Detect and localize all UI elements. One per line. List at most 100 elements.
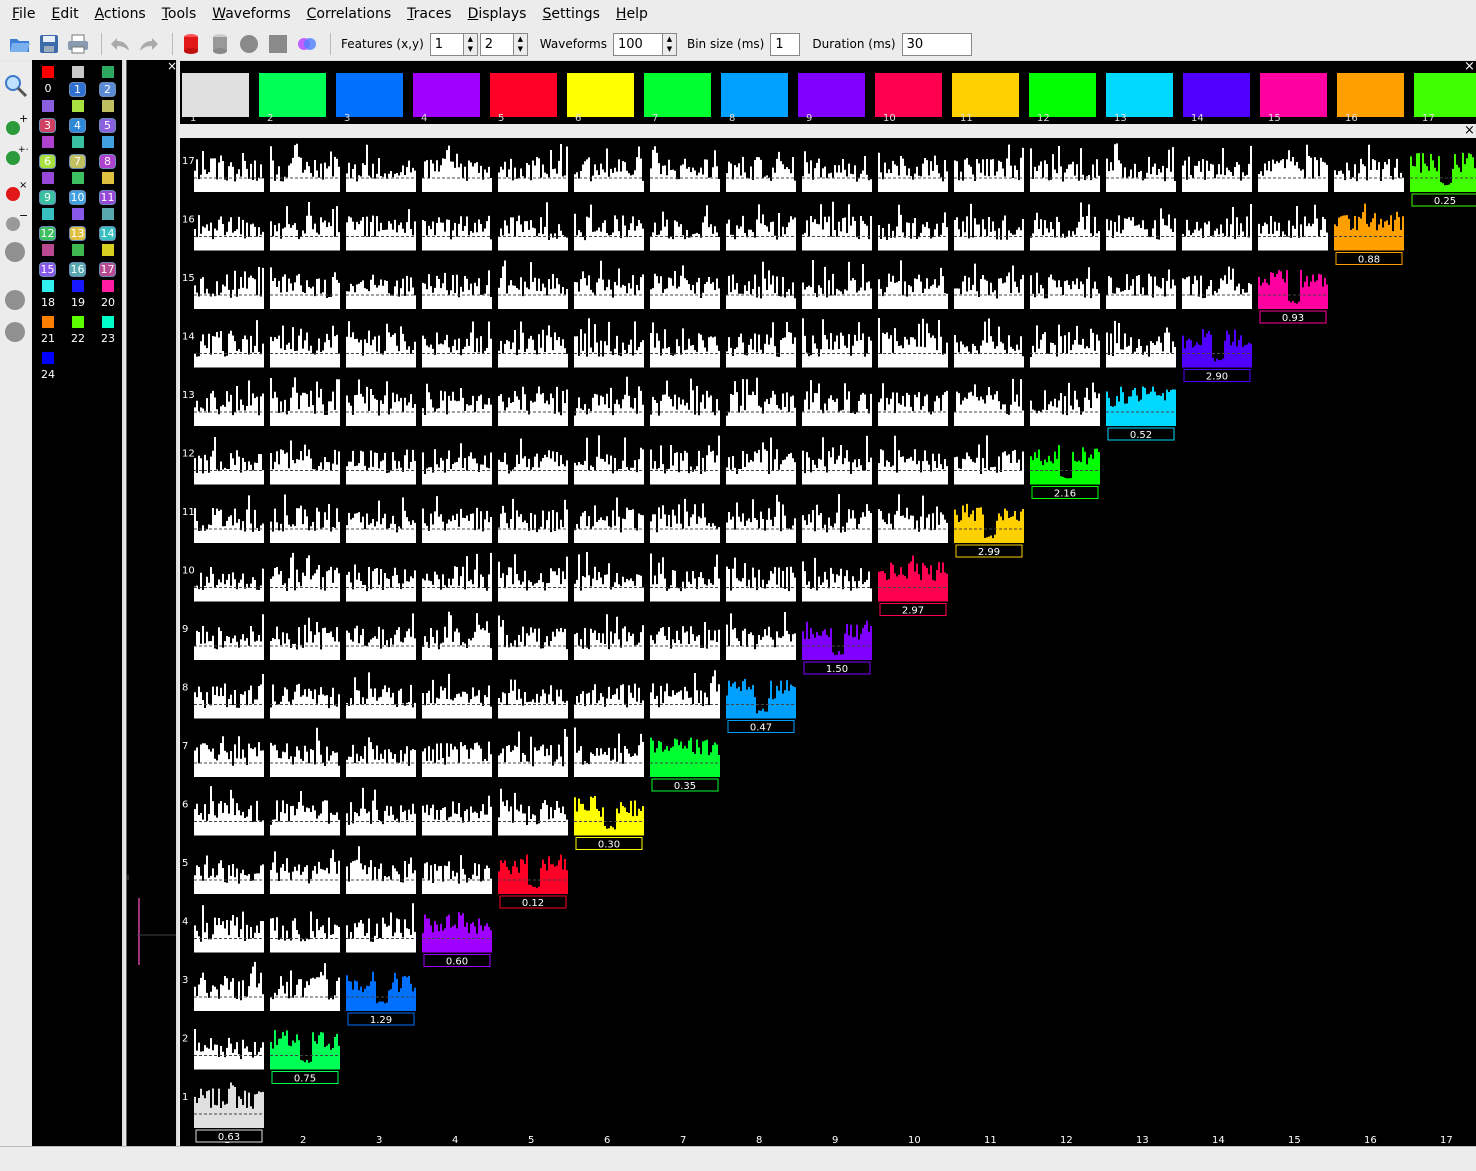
close-icon[interactable]: × [167, 60, 177, 72]
crosscorrelogram[interactable] [346, 497, 416, 543]
feature-x-input[interactable] [429, 32, 464, 56]
crosscorrelogram[interactable] [346, 449, 416, 485]
waveform-swatch[interactable] [567, 73, 634, 117]
crosscorrelogram[interactable] [270, 440, 340, 485]
autocorrelogram[interactable] [1106, 386, 1176, 426]
crosscorrelogram[interactable] [422, 443, 492, 485]
autocorrelogram[interactable] [878, 555, 948, 602]
crosscorrelogram[interactable] [650, 146, 720, 192]
panel-splitter[interactable]: × [180, 124, 1476, 138]
crosscorrelogram[interactable] [726, 557, 796, 602]
crosscorrelogram[interactable] [878, 383, 948, 426]
add-cluster-icon[interactable]: + [4, 112, 28, 138]
crosscorrelogram[interactable] [422, 741, 492, 777]
crosscorrelogram[interactable] [1182, 145, 1252, 192]
palette-swatch[interactable]: 4 [69, 118, 86, 133]
palette-swatch[interactable] [72, 316, 84, 328]
waveform-swatch[interactable] [490, 73, 557, 117]
crosscorrelogram[interactable] [346, 274, 416, 309]
palette-swatch[interactable] [42, 136, 54, 148]
crosscorrelogram[interactable] [878, 435, 948, 485]
crosscorrelogram[interactable] [498, 144, 568, 192]
crosscorrelogram[interactable] [954, 203, 1024, 251]
crosscorrelogram[interactable] [1106, 269, 1176, 309]
feature-y-input[interactable] [479, 32, 514, 56]
palette-swatch[interactable] [102, 316, 114, 328]
waveform-swatch[interactable] [875, 73, 942, 117]
crosscorrelogram[interactable] [422, 215, 492, 251]
crosscorrelogram[interactable] [422, 270, 492, 309]
crosscorrelogram[interactable] [346, 672, 416, 719]
crosscorrelogram[interactable] [1030, 145, 1100, 192]
palette-swatch[interactable] [42, 100, 54, 112]
waveforms-input[interactable] [612, 32, 663, 56]
palette-swatch[interactable] [42, 172, 54, 184]
waveforms-stepper[interactable]: ▲ ▼ [662, 32, 677, 56]
crosscorrelogram[interactable] [650, 670, 720, 719]
palette-swatch[interactable]: 14 [99, 226, 116, 241]
waveform-swatch[interactable] [1414, 73, 1476, 117]
palette-swatch[interactable]: 13 [69, 226, 86, 241]
crosscorrelogram[interactable] [194, 736, 264, 777]
autocorrelogram[interactable] [726, 679, 796, 719]
crosscorrelogram[interactable] [270, 377, 340, 426]
crosscorrelogram[interactable] [498, 438, 568, 485]
crosscorrelogram[interactable] [726, 377, 796, 426]
waveform-swatch[interactable] [721, 73, 788, 117]
autocorrelogram[interactable] [574, 796, 644, 836]
crosscorrelogram[interactable] [650, 205, 720, 251]
crosscorrelogram[interactable] [954, 263, 1024, 309]
redo-icon[interactable] [137, 32, 161, 56]
autocorrelogram[interactable] [270, 1030, 340, 1070]
crosscorrelogram[interactable] [650, 553, 720, 602]
crosscorrelogram[interactable] [346, 144, 416, 192]
gray-circle-icon[interactable] [4, 320, 28, 344]
palette-swatch[interactable] [102, 136, 114, 148]
crosscorrelogram[interactable] [498, 554, 568, 602]
crosscorrelogram[interactable] [1182, 204, 1252, 251]
crosscorrelogram[interactable] [650, 322, 720, 368]
crosscorrelogram[interactable] [194, 905, 264, 953]
crosscorrelogram[interactable] [574, 318, 644, 368]
crosscorrelogram[interactable] [1258, 204, 1328, 251]
palette-swatch[interactable] [102, 208, 114, 220]
crosscorrelogram[interactable] [270, 617, 340, 660]
waveform-swatch[interactable] [1183, 73, 1250, 117]
palette-swatch[interactable] [72, 244, 84, 256]
crosscorrelogram[interactable] [270, 727, 340, 777]
crosscorrelogram[interactable] [270, 201, 340, 251]
crosscorrelogram[interactable] [574, 260, 644, 309]
palette-swatch[interactable]: 2 [99, 82, 116, 97]
crosscorrelogram[interactable] [422, 673, 492, 719]
crosscorrelogram[interactable] [1106, 320, 1176, 368]
crosscorrelogram[interactable] [422, 855, 492, 894]
crosscorrelogram[interactable] [878, 494, 948, 543]
crosscorrelogram[interactable] [650, 265, 720, 309]
crosscorrelogram[interactable] [1030, 324, 1100, 368]
crosscorrelogram[interactable] [1106, 143, 1176, 192]
stop-square-icon[interactable] [266, 32, 290, 56]
menu-traces[interactable]: Traces [399, 6, 459, 22]
palette-swatch[interactable]: 12 [39, 226, 56, 241]
palette-swatch[interactable]: 8 [99, 154, 116, 169]
crosscorrelogram[interactable] [726, 322, 796, 368]
crosscorrelogram[interactable] [194, 673, 264, 719]
crosscorrelogram[interactable] [346, 903, 416, 953]
crosscorrelogram[interactable] [346, 846, 416, 894]
palette-swatch[interactable] [72, 136, 84, 148]
autocorrelogram[interactable] [1410, 152, 1476, 192]
waveform-swatch[interactable] [259, 73, 326, 117]
crosscorrelogram[interactable] [650, 498, 720, 543]
crosscorrelogram[interactable] [802, 494, 872, 543]
crosscorrelogram[interactable] [802, 435, 872, 485]
crosscorrelogram[interactable] [498, 260, 568, 309]
palette-swatch[interactable] [72, 66, 84, 78]
crosscorrelogram[interactable] [726, 151, 796, 192]
crosscorrelogram[interactable] [194, 786, 264, 836]
crosscorrelogram[interactable] [194, 267, 264, 309]
crosscorrelogram[interactable] [1182, 266, 1252, 309]
crosscorrelogram[interactable] [194, 380, 264, 426]
waveform-swatch[interactable] [182, 73, 249, 117]
palette-swatch[interactable] [72, 100, 84, 112]
waveform-swatch[interactable] [1029, 73, 1096, 117]
